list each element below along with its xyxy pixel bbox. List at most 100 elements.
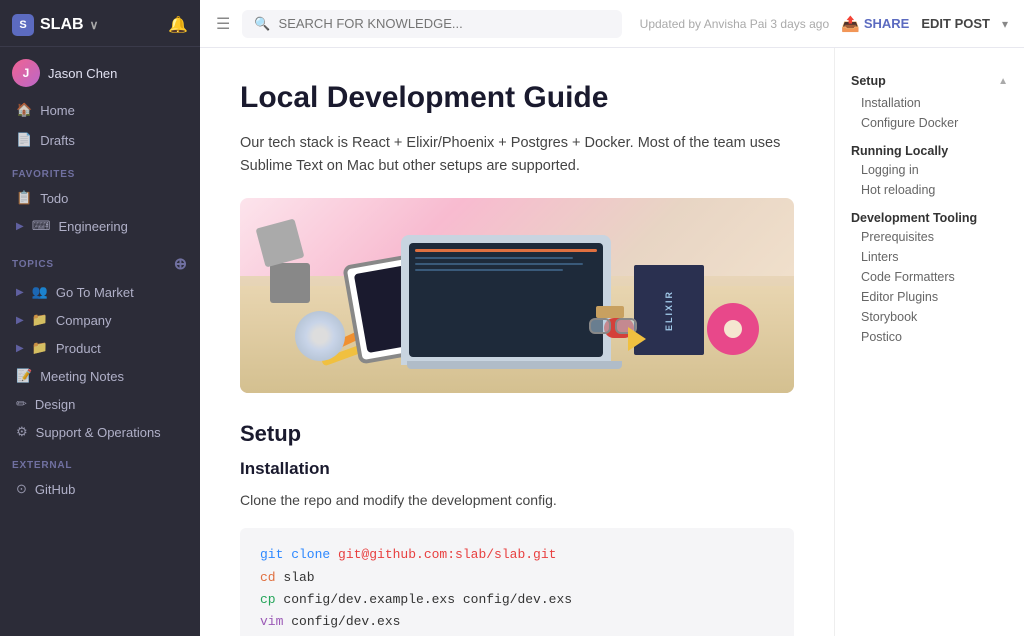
topbar-actions: 📤 SHARE EDIT POST ▾ bbox=[841, 15, 1008, 33]
logo-chevron: ∨ bbox=[90, 18, 99, 32]
sidebar-item-drafts[interactable]: 📄 Drafts bbox=[4, 126, 196, 154]
toc-item-postico[interactable]: Postico bbox=[851, 327, 1008, 347]
share-button[interactable]: 📤 SHARE bbox=[841, 15, 909, 33]
code-cmd-cd: cd bbox=[260, 570, 283, 585]
go-to-market-icon: 👥 bbox=[32, 284, 48, 300]
toc-section-setup-header[interactable]: Setup ▲ bbox=[851, 72, 1008, 90]
share-label: SHARE bbox=[864, 16, 910, 31]
toc-item-code-formatters[interactable]: Code Formatters bbox=[851, 267, 1008, 287]
expand-icon: ▶ bbox=[16, 343, 24, 354]
toc-section-dev-tooling-header[interactable]: Development Tooling bbox=[851, 206, 1008, 227]
meeting-notes-icon: 📝 bbox=[16, 368, 32, 384]
sidebar-item-support-label: Support & Operations bbox=[36, 425, 161, 440]
toc-item-editor-plugins[interactable]: Editor Plugins bbox=[851, 287, 1008, 307]
username: Jason Chen bbox=[48, 66, 117, 81]
user-section: J Jason Chen bbox=[0, 47, 200, 95]
sidebar-item-github[interactable]: ⊙ GitHub bbox=[4, 476, 196, 502]
search-bar[interactable]: 🔍 bbox=[242, 10, 622, 38]
expand-icon: ▶ bbox=[16, 221, 24, 232]
sidebar-item-github-label: GitHub bbox=[35, 482, 75, 497]
drafts-icon: 📄 bbox=[16, 132, 32, 148]
installation-heading: Installation bbox=[240, 459, 794, 479]
design-icon: ✏ bbox=[16, 396, 27, 412]
share-icon: 📤 bbox=[841, 15, 860, 33]
sidebar-item-design-label: Design bbox=[35, 397, 75, 412]
search-input[interactable] bbox=[279, 16, 611, 31]
sidebar-item-product-label: Product bbox=[56, 341, 101, 356]
sidebar-item-engineering-label: Engineering bbox=[58, 219, 127, 234]
sidebar-item-engineering[interactable]: ▶ ⌨ Engineering bbox=[4, 213, 196, 239]
article-title: Local Development Guide bbox=[240, 80, 794, 116]
support-icon: ⚙ bbox=[16, 424, 28, 440]
todo-icon: 📋 bbox=[16, 190, 32, 206]
toc-item-logging-in[interactable]: Logging in bbox=[851, 160, 1008, 180]
sidebar-logo[interactable]: S SLAB ∨ bbox=[12, 14, 98, 36]
toc-section-running-locally-header[interactable]: Running Locally bbox=[851, 139, 1008, 160]
sidebar-item-home-label: Home bbox=[40, 103, 75, 118]
code-line-2: cd slab bbox=[260, 567, 774, 589]
article-intro: Our tech stack is React + Elixir/Phoenix… bbox=[240, 132, 794, 178]
sidebar-item-support[interactable]: ⚙ Support & Operations bbox=[4, 419, 196, 445]
table-of-contents: Setup ▲ Installation Configure Docker Ru… bbox=[834, 48, 1024, 636]
desk-illustration: ELIXIR bbox=[240, 198, 794, 393]
code-line-4: vim config/dev.exs bbox=[260, 611, 774, 633]
toc-section-running-locally: Running Locally Logging in Hot reloading bbox=[851, 139, 1008, 200]
sidebar-item-todo[interactable]: 📋 Todo bbox=[4, 185, 196, 211]
topics-section-label: TOPICS ⊕ bbox=[0, 240, 200, 278]
sidebar-item-drafts-label: Drafts bbox=[40, 133, 75, 148]
home-icon: 🏠 bbox=[16, 102, 32, 118]
installation-desc: Clone the repo and modify the developmen… bbox=[240, 489, 794, 512]
sidebar-item-todo-label: Todo bbox=[40, 191, 68, 206]
expand-icon: ▶ bbox=[16, 315, 24, 326]
article-hero-image: ELIXIR bbox=[240, 198, 794, 393]
main-area: ☰ 🔍 Updated by Anvisha Pai 3 days ago 📤 … bbox=[200, 0, 1024, 636]
expand-icon: ▶ bbox=[16, 287, 24, 298]
logo-box: S bbox=[12, 14, 34, 36]
sidebar-item-go-to-market[interactable]: ▶ 👥 Go To Market bbox=[4, 279, 196, 305]
toc-item-prerequisites[interactable]: Prerequisites bbox=[851, 227, 1008, 247]
favorites-section-label: FAVORITES bbox=[0, 155, 200, 184]
sidebar-item-product[interactable]: ▶ 📁 Product bbox=[4, 335, 196, 361]
content-area: Local Development Guide Our tech stack i… bbox=[200, 48, 1024, 636]
product-icon: 📁 bbox=[32, 340, 48, 356]
toc-item-linters[interactable]: Linters bbox=[851, 247, 1008, 267]
engineering-icon: ⌨ bbox=[32, 218, 51, 234]
setup-heading: Setup bbox=[240, 421, 794, 447]
avatar: J bbox=[12, 59, 40, 87]
sidebar-item-design[interactable]: ✏ Design bbox=[4, 391, 196, 417]
add-topic-icon[interactable]: ⊕ bbox=[174, 254, 188, 274]
sidebar-item-company[interactable]: ▶ 📁 Company bbox=[4, 307, 196, 333]
toc-item-configure-docker[interactable]: Configure Docker bbox=[851, 113, 1008, 133]
toc-item-installation[interactable]: Installation bbox=[851, 93, 1008, 113]
notification-bell-icon[interactable]: 🔔 bbox=[168, 15, 188, 35]
article: Local Development Guide Our tech stack i… bbox=[200, 48, 834, 636]
code-cmd-git: git clone bbox=[260, 547, 338, 562]
sidebar-item-company-label: Company bbox=[56, 313, 112, 328]
code-line-3: cp config/dev.example.exs config/dev.exs bbox=[260, 589, 774, 611]
sidebar: S SLAB ∨ 🔔 J Jason Chen 🏠 Home 📄 Drafts … bbox=[0, 0, 200, 636]
sidebar-item-meeting-notes-label: Meeting Notes bbox=[40, 369, 124, 384]
topbar: ☰ 🔍 Updated by Anvisha Pai 3 days ago 📤 … bbox=[200, 0, 1024, 48]
code-cmd-cp: cp bbox=[260, 592, 283, 607]
last-updated: Updated by Anvisha Pai 3 days ago bbox=[640, 17, 829, 31]
code-cmd-vim: vim bbox=[260, 614, 291, 629]
sidebar-item-go-to-market-label: Go To Market bbox=[56, 285, 134, 300]
toc-section-setup: Setup ▲ Installation Configure Docker bbox=[851, 72, 1008, 133]
toc-section-dev-tooling: Development Tooling Prerequisites Linter… bbox=[851, 206, 1008, 347]
search-icon: 🔍 bbox=[254, 16, 270, 32]
company-icon: 📁 bbox=[32, 312, 48, 328]
toc-item-storybook[interactable]: Storybook bbox=[851, 307, 1008, 327]
toc-chevron-up-icon: ▲ bbox=[998, 76, 1008, 87]
code-line-1: git clone git@github.com:slab/slab.git bbox=[260, 544, 774, 566]
toc-item-hot-reloading[interactable]: Hot reloading bbox=[851, 180, 1008, 200]
github-icon: ⊙ bbox=[16, 481, 27, 497]
menu-icon[interactable]: ☰ bbox=[216, 14, 230, 34]
logo-text: SLAB bbox=[40, 16, 84, 34]
topbar-dropdown-icon[interactable]: ▾ bbox=[1002, 17, 1008, 31]
sidebar-item-home[interactable]: 🏠 Home bbox=[4, 96, 196, 124]
edit-post-button[interactable]: EDIT POST bbox=[921, 16, 990, 31]
sidebar-item-meeting-notes[interactable]: 📝 Meeting Notes bbox=[4, 363, 196, 389]
code-block: git clone git@github.com:slab/slab.git c… bbox=[240, 528, 794, 636]
external-section-label: EXTERNAL bbox=[0, 446, 200, 475]
sidebar-header: S SLAB ∨ 🔔 bbox=[0, 0, 200, 47]
